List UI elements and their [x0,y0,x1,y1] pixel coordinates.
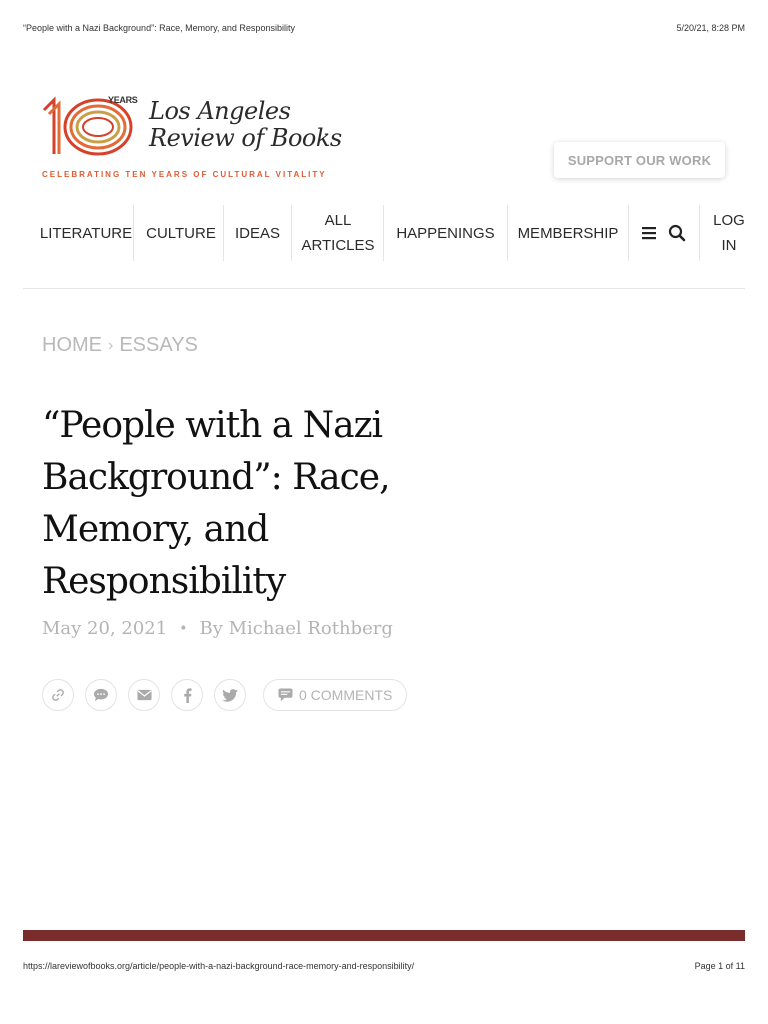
article-meta: May 20, 2021 • By Michael Rothberg [42,618,393,639]
share-bar: 0 COMMENTS [42,678,408,712]
facebook-icon [183,687,192,703]
nav-culture[interactable]: CULTURE [139,205,223,261]
hamburger-icon[interactable] [639,223,659,243]
comments-count: 0 COMMENTS [299,687,393,703]
link-icon [52,689,64,701]
support-our-work-button[interactable]: SUPPORT OUR WORK [554,142,725,178]
print-header-datetime: 5/20/21, 8:28 PM [676,23,745,33]
print-footer: https://lareviewofbooks.org/article/peop… [23,961,745,971]
search-icon[interactable] [667,223,687,243]
share-facebook-button[interactable] [171,679,203,711]
article-byline[interactable]: By Michael Rothberg [199,618,392,639]
breadcrumb-home[interactable]: HOME [42,334,102,357]
meta-bullet: • [179,620,188,637]
nav-all-articles[interactable]: ALL ARTICLES [295,205,381,261]
print-footer-page: Page 1 of 11 [694,961,745,971]
nav-happenings[interactable]: HAPPENINGS [384,205,507,261]
comments-button[interactable]: 0 COMMENTS [263,679,408,711]
footer-bar [23,930,745,941]
copy-link-button[interactable] [42,679,74,711]
logo-name-line1: Los Angeles [149,97,291,125]
nav-ideas[interactable]: IDEAS [224,205,291,261]
breadcrumb: HOME › ESSAYS [42,334,198,357]
logo-years-label: YEARS [108,95,138,105]
share-message-button[interactable] [85,679,117,711]
nav-separator [699,205,700,261]
logo-name-line2: Review of Books [149,124,342,152]
comment-icon [278,688,293,702]
share-twitter-button[interactable] [214,679,246,711]
article-title: “People with a Nazi Background”: Race, M… [42,405,391,602]
header-divider [23,288,745,289]
site-logo[interactable]: YEARS Los Angeles Review of Books CELEBR… [42,94,342,184]
nav-separator [628,205,629,261]
chevron-right-icon: › [108,336,114,354]
chat-icon [94,688,108,702]
nav-membership[interactable]: MEMBERSHIP [508,205,628,261]
breadcrumb-essays[interactable]: ESSAYS [119,334,198,357]
print-header: “People with a Nazi Background”: Race, M… [23,23,745,33]
login-link[interactable]: LOG IN [706,205,752,261]
logo-wordmark: Los Angeles Review of Books [149,98,342,152]
article-date: May 20, 2021 [42,618,168,639]
print-footer-url: https://lareviewofbooks.org/article/peop… [23,961,415,971]
logo-tagline: CELEBRATING TEN YEARS OF CULTURAL VITALI… [42,170,327,179]
nav-separator [133,205,134,261]
nav-literature[interactable]: LITERATURE [33,205,139,261]
nav-separator [291,205,292,261]
main-nav: LITERATURE CULTURE IDEAS ALL ARTICLES HA… [23,205,745,263]
share-email-button[interactable] [128,679,160,711]
twitter-icon [222,688,238,702]
print-header-title: “People with a Nazi Background”: Race, M… [23,23,295,33]
email-icon [136,689,152,701]
